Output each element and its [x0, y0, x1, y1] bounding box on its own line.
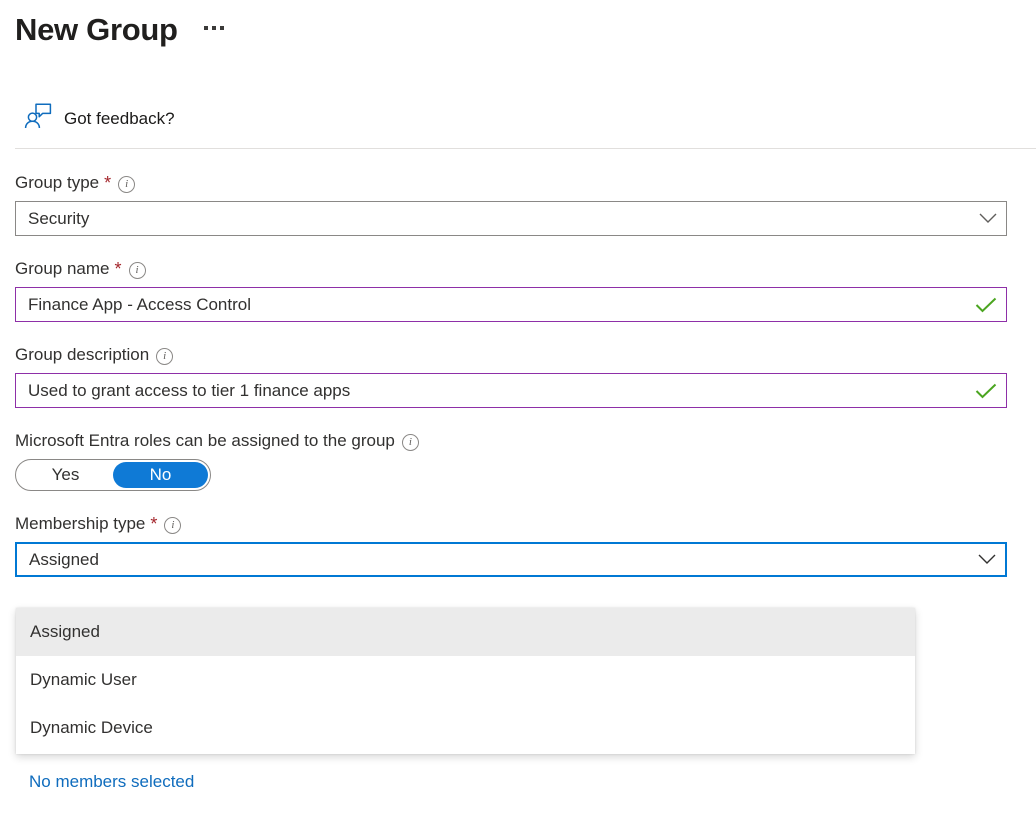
page-title: New Group	[15, 10, 178, 50]
info-icon[interactable]: i	[402, 434, 419, 451]
group-type-value: Security	[16, 208, 970, 230]
dropdown-option-dynamic-device[interactable]: Dynamic Device	[16, 704, 915, 752]
group-type-select[interactable]: Security	[15, 201, 1007, 236]
membership-type-value: Assigned	[17, 549, 969, 571]
ellipsis-dot	[212, 26, 216, 30]
chevron-down-icon	[969, 554, 1005, 565]
info-icon[interactable]: i	[156, 348, 173, 365]
ellipsis-dot	[204, 26, 208, 30]
feedback-person-icon	[24, 103, 52, 134]
group-type-label-row: Group type * i	[15, 172, 1021, 194]
header-divider	[15, 148, 1036, 149]
group-type-label: Group type	[15, 172, 99, 194]
required-indicator: *	[104, 176, 111, 190]
dropdown-option-dynamic-user[interactable]: Dynamic User	[16, 656, 915, 704]
membership-type-label: Membership type	[15, 513, 145, 535]
toggle-option-yes[interactable]: Yes	[18, 462, 113, 488]
toggle-option-no[interactable]: No	[113, 462, 208, 488]
valid-check-icon	[966, 383, 1006, 399]
required-indicator: *	[150, 517, 157, 531]
no-members-selected-link[interactable]: No members selected	[29, 770, 194, 794]
group-name-value: Finance App - Access Control	[16, 294, 966, 316]
got-feedback-button[interactable]: Got feedback?	[24, 103, 175, 134]
new-group-form: Group type * i Security Group name * i F…	[15, 172, 1021, 599]
group-name-input[interactable]: Finance App - Access Control	[15, 287, 1007, 322]
membership-type-label-row: Membership type * i	[15, 513, 1021, 535]
ellipsis-dot	[220, 26, 224, 30]
group-name-label-row: Group name * i	[15, 258, 1021, 280]
group-description-value: Used to grant access to tier 1 finance a…	[16, 380, 966, 402]
more-options-icon[interactable]	[200, 20, 228, 40]
entra-roles-label-row: Microsoft Entra roles can be assigned to…	[15, 430, 1021, 452]
membership-type-select[interactable]: Assigned	[15, 542, 1007, 577]
chevron-down-icon	[970, 213, 1006, 224]
field-group-description: Group description i Used to grant access…	[15, 344, 1021, 408]
info-icon[interactable]: i	[164, 517, 181, 534]
membership-type-dropdown[interactable]: Assigned Dynamic User Dynamic Device	[16, 608, 915, 754]
entra-roles-toggle[interactable]: Yes No	[15, 459, 211, 491]
field-group-name: Group name * i Finance App - Access Cont…	[15, 258, 1021, 322]
valid-check-icon	[966, 297, 1006, 313]
info-icon[interactable]: i	[129, 262, 146, 279]
field-membership-type: Membership type * i Assigned	[15, 513, 1021, 577]
info-icon[interactable]: i	[118, 176, 135, 193]
group-description-label-row: Group description i	[15, 344, 1021, 366]
required-indicator: *	[115, 262, 122, 276]
new-group-page: New Group Got feedback? Group type * i	[0, 0, 1036, 832]
dropdown-option-assigned[interactable]: Assigned	[16, 608, 915, 656]
group-description-input[interactable]: Used to grant access to tier 1 finance a…	[15, 373, 1007, 408]
page-header: New Group	[15, 10, 228, 50]
group-description-label: Group description	[15, 344, 149, 366]
group-name-label: Group name	[15, 258, 110, 280]
field-entra-roles: Microsoft Entra roles can be assigned to…	[15, 430, 1021, 491]
field-group-type: Group type * i Security	[15, 172, 1021, 236]
entra-roles-label: Microsoft Entra roles can be assigned to…	[15, 430, 395, 452]
got-feedback-label: Got feedback?	[64, 108, 175, 130]
